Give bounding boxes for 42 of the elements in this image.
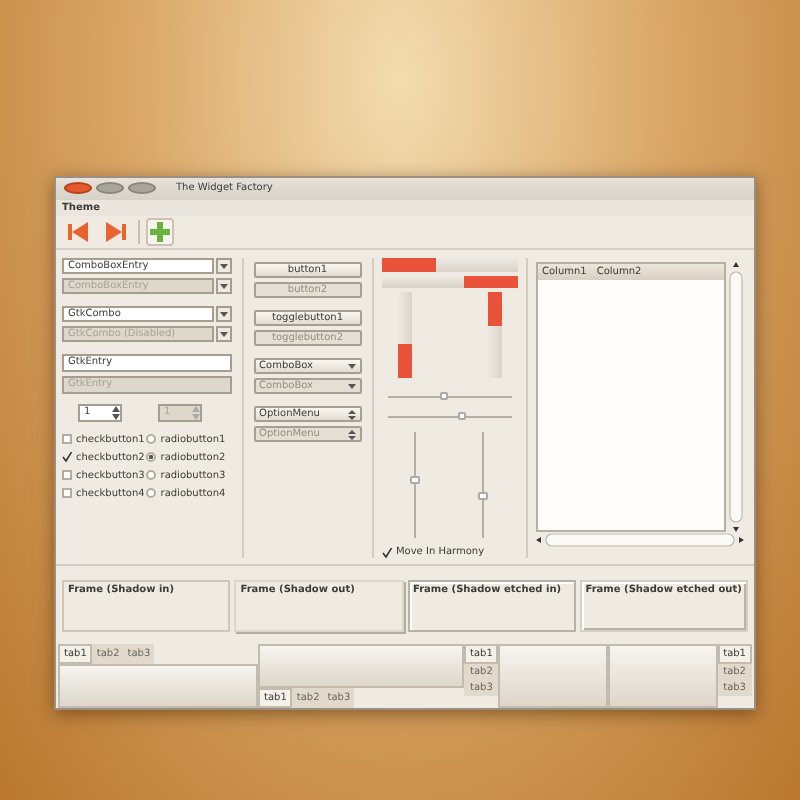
checkbox[interactable] [62, 470, 72, 481]
radio-button[interactable] [146, 434, 157, 445]
dropdown-button[interactable] [215, 306, 232, 323]
dropdown-button[interactable] [215, 326, 232, 343]
slider-handle[interactable] [458, 411, 467, 420]
tab-page [608, 644, 718, 708]
tab-page [498, 644, 608, 708]
back-button[interactable] [62, 218, 94, 247]
vertical-scrollbar[interactable] [728, 262, 744, 533]
caret-icon [219, 283, 228, 290]
caret-icon [219, 311, 228, 318]
up-down-arrows-icon [347, 429, 356, 440]
radio-button[interactable] [146, 452, 157, 463]
radio-button[interactable] [146, 470, 157, 481]
up-down-arrows-icon [112, 406, 120, 421]
plus-icon [150, 222, 170, 243]
slider-handle[interactable] [478, 491, 489, 500]
dropdown-button[interactable] [215, 278, 232, 295]
checkbox[interactable] [381, 547, 392, 558]
close-button[interactable] [64, 182, 92, 195]
caret-icon [347, 383, 356, 390]
minimize-button[interactable] [96, 182, 124, 195]
slider-handle[interactable] [439, 391, 448, 400]
caret-icon [219, 331, 228, 338]
dropdown-button[interactable] [215, 258, 232, 275]
checkbox[interactable] [62, 452, 72, 463]
up-down-arrows-icon [192, 406, 200, 421]
horizontal-scrollbar[interactable] [536, 532, 744, 549]
checkbox[interactable] [62, 488, 72, 499]
caret-icon [347, 363, 356, 370]
up-down-arrows-icon [347, 409, 356, 420]
back-arrow-icon [66, 222, 90, 243]
radio-button[interactable] [146, 488, 157, 499]
slider-handle[interactable] [410, 475, 421, 484]
check-mark-icon [381, 547, 392, 558]
forward-button[interactable] [100, 218, 132, 247]
forward-arrow-icon [104, 222, 128, 243]
add-button[interactable] [146, 218, 174, 247]
maximize-button[interactable] [128, 182, 156, 195]
caret-icon [219, 263, 228, 270]
check-mark-icon [62, 452, 72, 463]
checkbox[interactable] [62, 434, 72, 445]
